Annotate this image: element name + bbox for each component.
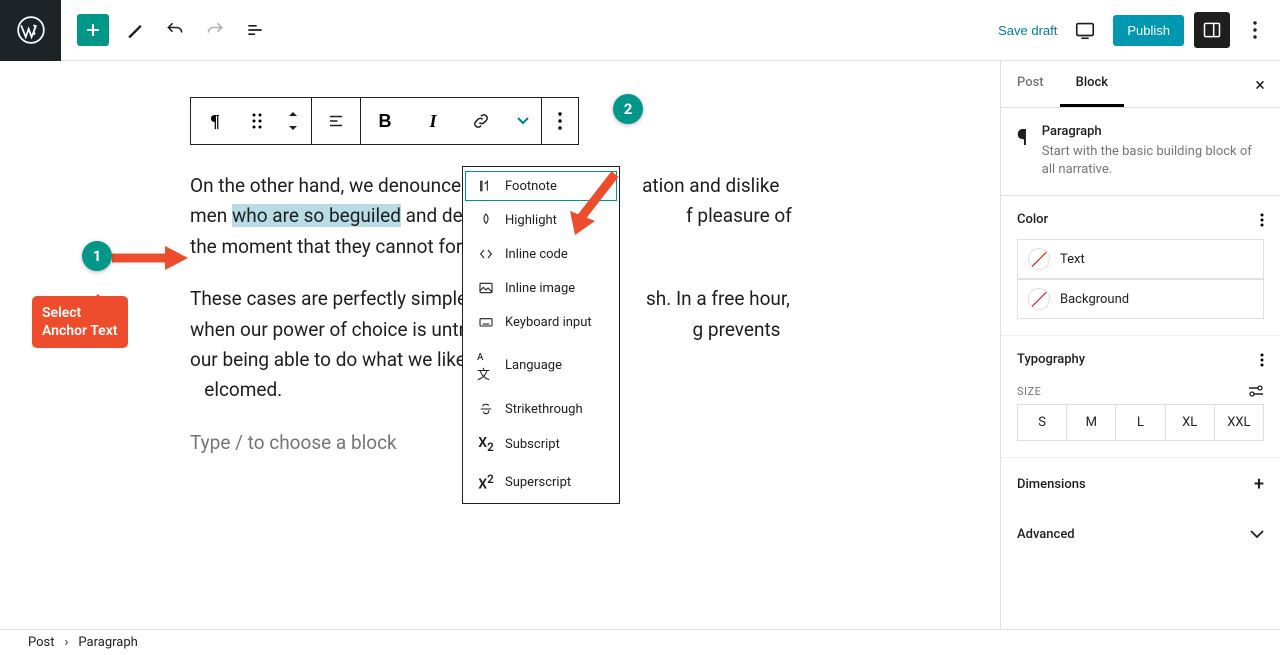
block-name: Paragraph [1042,124,1264,139]
language-icon: ᴀ文 [477,348,495,383]
color-options-button[interactable] [1260,213,1264,227]
breadcrumb-footer: Post › Paragraph [0,629,1280,655]
typography-panel: Typography SIZE S M L XL XXL [1001,336,1280,458]
code-icon [477,246,495,262]
toolbar-left [71,10,275,50]
redo-button[interactable] [195,10,235,50]
main-area: ¶ B I [0,61,1280,629]
block-info: ¶ Paragraph Start with the basic buildin… [1001,108,1280,196]
toolbar-right: Save draft Publish [998,12,1280,48]
annotation-callout: Select Anchor Text [32,296,128,348]
save-draft-button[interactable]: Save draft [998,23,1057,38]
link-button[interactable] [457,98,505,144]
size-m[interactable]: M [1067,405,1116,440]
menu-item-superscript[interactable]: X2 Superscript [463,463,619,502]
editor-canvas: ¶ B I [0,61,1000,629]
drag-handle-button[interactable] [239,98,275,144]
menu-item-language[interactable]: ᴀ文 Language [463,339,619,392]
tab-post[interactable]: Post [1001,61,1060,107]
size-l[interactable]: L [1116,405,1165,440]
annotation-badge-1: 1 [82,241,112,271]
image-icon [477,280,495,296]
menu-item-subscript[interactable]: X2 Subscript [463,426,619,463]
sidebar-tabs: Post Block × [1001,61,1280,108]
size-label: SIZE [1017,385,1041,398]
sidebar-toggle-button[interactable] [1194,12,1230,48]
size-s[interactable]: S [1018,405,1067,440]
highlight-icon [477,212,495,228]
tools-button[interactable] [115,10,155,50]
menu-item-strikethrough[interactable]: Strikethrough [463,392,619,426]
move-buttons[interactable] [275,98,311,144]
close-sidebar-button[interactable]: × [1248,73,1272,97]
text-swatch [1028,248,1050,270]
document-overview-button[interactable] [235,10,275,50]
paragraph-icon: ¶ [1017,126,1028,151]
block-options-button[interactable] [542,98,578,144]
breadcrumb-post[interactable]: Post [28,635,55,650]
top-bar: Save draft Publish [0,0,1280,61]
breadcrumb-paragraph[interactable]: Paragraph [78,635,137,650]
superscript-icon: X2 [477,472,495,493]
size-button-group: S M L XL XXL [1017,404,1264,441]
italic-button[interactable]: I [409,98,457,144]
settings-sidebar: Post Block × ¶ Paragraph Start with the … [1000,61,1280,629]
add-block-button[interactable] [77,14,109,46]
chevron-right-icon: › [65,635,69,650]
menu-item-inline-code[interactable]: Inline code [463,237,619,271]
block-type-button[interactable]: ¶ [191,98,239,144]
menu-item-keyboard[interactable]: Keyboard input [463,305,619,339]
publish-button[interactable]: Publish [1113,15,1184,46]
chevron-down-icon [1250,530,1264,539]
dimensions-panel[interactable]: Dimensions + [1001,458,1280,511]
size-xl[interactable]: XL [1166,405,1215,440]
annotation-arrow-2 [565,169,625,239]
menu-item-inline-image[interactable]: Inline image [463,271,619,305]
subscript-icon: X2 [477,435,495,454]
preview-button[interactable] [1067,12,1103,48]
plus-icon: + [1254,474,1264,495]
wordpress-logo[interactable] [0,0,61,61]
tab-block[interactable]: Block [1060,61,1124,107]
color-background-row[interactable]: Background [1017,279,1264,319]
color-title: Color [1017,212,1048,227]
selected-text: who are so beguiled [232,204,401,227]
typography-options-button[interactable] [1260,353,1264,367]
footnote-icon [477,178,495,194]
annotation-arrow-1 [110,243,190,273]
align-button[interactable] [312,98,360,144]
block-toolbar: ¶ B I [190,97,579,145]
annotation-badge-2: 2 [613,94,643,124]
strike-icon [477,401,495,417]
background-swatch [1028,288,1050,310]
more-options-button[interactable] [1240,21,1270,39]
more-rich-text-button[interactable] [505,98,541,144]
undo-button[interactable] [155,10,195,50]
block-description: Start with the basic building block of a… [1042,143,1264,179]
size-custom-button[interactable] [1248,385,1264,398]
bold-button[interactable]: B [361,98,409,144]
size-xxl[interactable]: XXL [1215,405,1263,440]
advanced-panel[interactable]: Advanced [1001,511,1280,558]
typography-title: Typography [1017,352,1085,367]
color-text-row[interactable]: Text [1017,239,1264,279]
color-panel: Color Text Background [1001,196,1280,336]
keyboard-icon [477,314,495,330]
